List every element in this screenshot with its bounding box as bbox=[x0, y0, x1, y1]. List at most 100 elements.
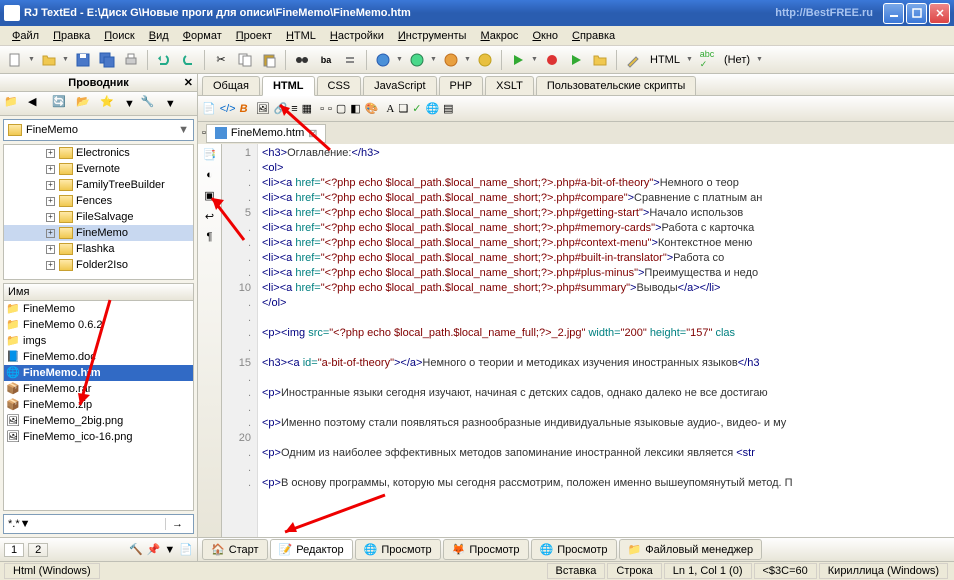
wrench-icon[interactable]: 🔧 bbox=[141, 95, 159, 113]
minimize-button[interactable] bbox=[883, 3, 904, 24]
lang-tab-javascript[interactable]: JavaScript bbox=[363, 76, 436, 95]
globe-blue-icon[interactable] bbox=[372, 49, 394, 71]
pin-icon[interactable]: 📌 bbox=[147, 543, 161, 556]
file-item[interactable]: 📁imgs bbox=[4, 333, 193, 349]
find-text-icon[interactable]: ba bbox=[315, 49, 337, 71]
file-item[interactable]: 📦FineMemo.rar bbox=[4, 381, 193, 397]
globe-validate-icon[interactable]: 🌐 bbox=[425, 102, 439, 115]
lang-tab-php[interactable]: PHP bbox=[439, 76, 484, 95]
img-icon[interactable]: 🖼 bbox=[256, 102, 270, 115]
menu-макрос[interactable]: Макрос bbox=[474, 28, 524, 44]
file-item[interactable]: 📁FineMemo bbox=[4, 301, 193, 317]
doctype-icon[interactable]: 📄 bbox=[202, 102, 216, 115]
format-icon[interactable]: ▤ bbox=[443, 102, 453, 115]
redo-icon[interactable] bbox=[177, 49, 199, 71]
file-item[interactable]: 🌐FineMemo.htm bbox=[4, 365, 193, 381]
menu-формат[interactable]: Формат bbox=[177, 28, 228, 44]
copy-icon[interactable] bbox=[234, 49, 256, 71]
lang-tab-пользовательские скрипты[interactable]: Пользовательские скрипты bbox=[536, 76, 697, 95]
open-folder-icon[interactable] bbox=[38, 49, 60, 71]
footer-tab-3[interactable]: 🦊Просмотр bbox=[443, 539, 529, 560]
menu-файл[interactable]: Файл bbox=[6, 28, 45, 44]
footer-tab-4[interactable]: 🌐Просмотр bbox=[531, 539, 617, 560]
toggle-icon[interactable]: ◐ bbox=[206, 169, 213, 181]
footer-tab-5[interactable]: 📁Файловый менеджер bbox=[619, 539, 763, 560]
file-list[interactable]: 📁FineMemo📁FineMemo 0.6.2📁imgs📘FineMemo.d… bbox=[3, 301, 194, 511]
doc-icon[interactable]: 📄 bbox=[179, 543, 193, 556]
lang-tab-html[interactable]: HTML bbox=[262, 76, 315, 96]
tree-item[interactable]: +Electronics bbox=[4, 145, 193, 161]
file-item[interactable]: 📘FineMemo.doc bbox=[4, 349, 193, 365]
menu-настройки[interactable]: Настройки bbox=[324, 28, 390, 44]
play2-icon[interactable] bbox=[565, 49, 587, 71]
filter-apply-icon[interactable]: → bbox=[165, 518, 189, 530]
close-button[interactable] bbox=[929, 3, 950, 24]
print-icon[interactable] bbox=[120, 49, 142, 71]
tree-item[interactable]: +FileSalvage bbox=[4, 209, 193, 225]
box4-icon[interactable]: ◧ bbox=[350, 102, 360, 115]
tree-item[interactable]: +Flashka bbox=[4, 241, 193, 257]
list-icon[interactable]: ≡ bbox=[291, 103, 297, 115]
menu-справка[interactable]: Справка bbox=[566, 28, 621, 44]
file-item[interactable]: 🖼FineMemo_ico-16.png bbox=[4, 429, 193, 445]
menu-окно[interactable]: Окно bbox=[526, 28, 564, 44]
globe-green-icon[interactable] bbox=[406, 49, 428, 71]
marks-icon[interactable]: ¶ bbox=[207, 231, 213, 243]
star-icon[interactable]: ⭐ bbox=[100, 95, 118, 113]
paste-icon[interactable] bbox=[258, 49, 280, 71]
globe-check-icon[interactable] bbox=[474, 49, 496, 71]
folder-favorite-icon[interactable]: 📂 bbox=[76, 95, 94, 113]
menu-проект[interactable]: Проект bbox=[230, 28, 278, 44]
fold-icon[interactable]: ▣ bbox=[204, 189, 214, 202]
spellcheck-icon[interactable]: abc✓ bbox=[696, 49, 718, 71]
bookmark-icon[interactable]: 📑 bbox=[203, 148, 217, 161]
box1-icon[interactable]: ▫ bbox=[320, 103, 324, 115]
toolbar-html-label[interactable]: HTML bbox=[646, 54, 684, 66]
undo-icon[interactable] bbox=[153, 49, 175, 71]
tag-arrows-icon[interactable]: </> bbox=[220, 103, 236, 115]
cut-icon[interactable]: ✂ bbox=[210, 49, 232, 71]
tree-item[interactable]: +Fences bbox=[4, 193, 193, 209]
nav-back-icon[interactable]: ◀ bbox=[28, 95, 46, 113]
box3-icon[interactable]: ▢ bbox=[336, 102, 346, 115]
char-icon[interactable]: ❏ bbox=[398, 102, 408, 115]
path-combo[interactable]: FineMemo ▼ bbox=[3, 119, 194, 141]
lang-tab-css[interactable]: CSS bbox=[317, 76, 362, 95]
nav-up-icon[interactable]: 📁 bbox=[4, 95, 22, 113]
font-icon[interactable]: A bbox=[386, 103, 394, 115]
save-icon[interactable] bbox=[72, 49, 94, 71]
file-item[interactable]: 📁FineMemo 0.6.2 bbox=[4, 317, 193, 333]
close-tab-icon[interactable]: ⊠ bbox=[308, 127, 317, 140]
sidebar-tab-1[interactable]: 1 bbox=[4, 543, 24, 557]
footer-tab-2[interactable]: 🌐Просмотр bbox=[355, 539, 441, 560]
tree-item[interactable]: +FamilyTreeBuilder bbox=[4, 177, 193, 193]
tree-item[interactable]: +FineMemo bbox=[4, 225, 193, 241]
sidebar-tab-2[interactable]: 2 bbox=[28, 543, 48, 557]
pencil-icon[interactable] bbox=[622, 49, 644, 71]
dropdown-icon[interactable]: ▼ bbox=[178, 124, 189, 136]
menu-поиск[interactable]: Поиск bbox=[98, 28, 140, 44]
refresh-icon[interactable]: 🔄 bbox=[52, 95, 70, 113]
macro-folder-icon[interactable] bbox=[589, 49, 611, 71]
lang-tab-общая[interactable]: Общая bbox=[202, 76, 260, 95]
tree-item[interactable]: +Evernote bbox=[4, 161, 193, 177]
tree-item[interactable]: +Folder2Iso bbox=[4, 257, 193, 273]
save-all-icon[interactable] bbox=[96, 49, 118, 71]
document-tab[interactable]: FineMemo.htm ⊠ bbox=[206, 124, 327, 143]
code-editor[interactable]: <h3>Оглавление:</h3><ol><li><a href="<?p… bbox=[258, 144, 954, 537]
menu-инструменты[interactable]: Инструменты bbox=[392, 28, 473, 44]
menu-вид[interactable]: Вид bbox=[143, 28, 175, 44]
folder-tree[interactable]: +Electronics+Evernote+FamilyTreeBuilder+… bbox=[3, 144, 194, 280]
wrap-icon[interactable]: ↩ bbox=[205, 210, 214, 223]
color-icon[interactable]: 🎨 bbox=[365, 102, 379, 115]
file-item[interactable]: 🖼FineMemo_2big.png bbox=[4, 413, 193, 429]
new-file-icon[interactable] bbox=[4, 49, 26, 71]
link-icon[interactable]: 🔗 bbox=[274, 102, 288, 115]
table-icon[interactable]: ▦ bbox=[302, 102, 312, 115]
footer-tab-1[interactable]: 📝Редактор bbox=[270, 539, 353, 560]
play-icon[interactable] bbox=[507, 49, 529, 71]
filter-combo[interactable]: *.* ▼ → bbox=[3, 514, 194, 534]
footer-tab-0[interactable]: 🏠Старт bbox=[202, 539, 268, 560]
explorer-close-icon[interactable]: ✕ bbox=[184, 76, 193, 89]
maximize-button[interactable] bbox=[906, 3, 927, 24]
